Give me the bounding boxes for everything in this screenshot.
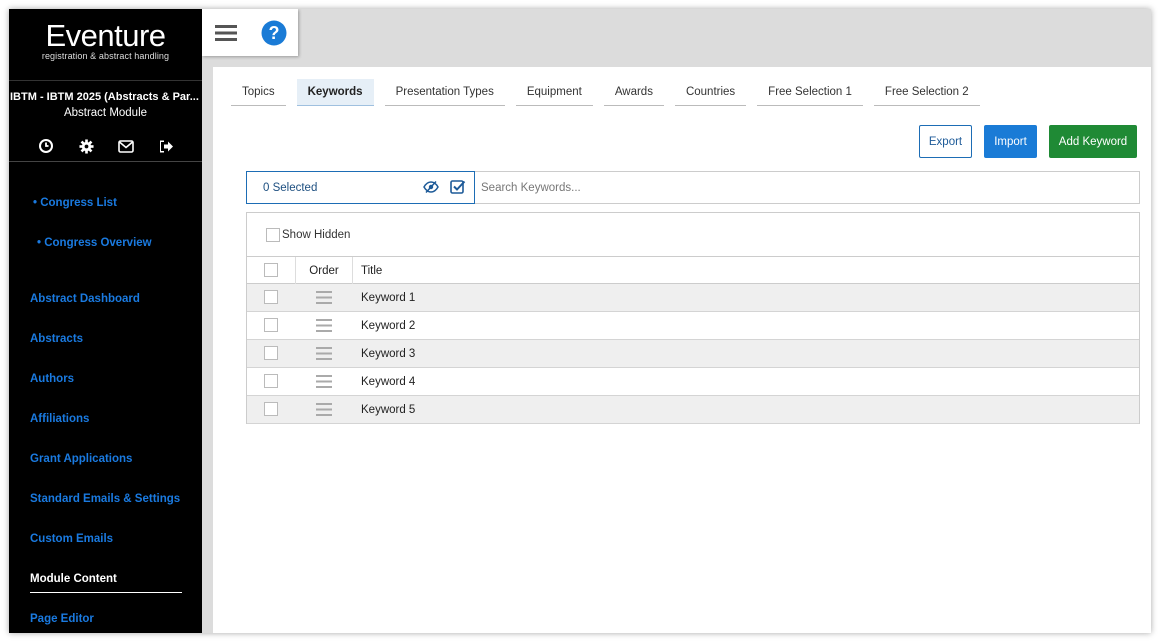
tab-free-selection-2[interactable]: Free Selection 2 — [873, 79, 980, 106]
sidebar-item-grant-applications[interactable]: Grant Applications — [30, 453, 132, 465]
sidebar-icon-bar — [36, 137, 176, 155]
mail-icon[interactable] — [116, 137, 136, 155]
tab-keywords[interactable]: Keywords — [296, 79, 374, 106]
sidebar-item-authors[interactable]: Authors — [30, 373, 74, 385]
clock-icon[interactable] — [36, 137, 56, 155]
show-hidden-label: Show Hidden — [282, 229, 351, 241]
search-input[interactable] — [481, 181, 1139, 194]
table-row[interactable]: Keyword 3 — [247, 340, 1139, 368]
select-all-checkbox[interactable] — [264, 263, 278, 277]
sidebar-item-abstracts[interactable]: Abstracts — [30, 333, 83, 345]
table-row[interactable]: Keyword 4 — [247, 368, 1139, 396]
sidebar-link-congress-list[interactable]: • Congress List — [33, 197, 117, 209]
search-field[interactable] — [475, 171, 1140, 204]
table-row[interactable]: Keyword 1 — [247, 284, 1139, 312]
column-header-order[interactable]: Order — [295, 257, 353, 284]
sidebar: Eventure registration & abstract handlin… — [9, 9, 202, 633]
hamburger-icon — [215, 24, 237, 41]
row-title: Keyword 4 — [361, 375, 416, 388]
table-row[interactable]: Keyword 5 — [247, 396, 1139, 424]
selection-box[interactable]: 0 Selected — [246, 171, 475, 204]
tab-equipment[interactable]: Equipment — [515, 79, 593, 106]
drag-handle-icon[interactable] — [316, 375, 332, 391]
column-header-title[interactable]: Title — [361, 257, 382, 284]
logout-icon[interactable] — [156, 137, 176, 155]
app-window: Eventure registration & abstract handlin… — [9, 9, 1151, 633]
tab-countries[interactable]: Countries — [674, 79, 747, 106]
logo-tagline: registration & abstract handling — [41, 51, 170, 61]
tab-bar: Topics Keywords Presentation Types Equip… — [231, 79, 991, 106]
event-title: IBTM - IBTM 2025 (Abstracts & Par... — [10, 91, 199, 103]
sidebar-divider — [9, 161, 202, 162]
row-checkbox[interactable] — [264, 318, 278, 332]
drag-handle-icon[interactable] — [316, 347, 332, 363]
export-button[interactable]: Export — [919, 125, 972, 158]
gear-icon[interactable] — [76, 137, 96, 155]
help-button[interactable]: ? — [250, 9, 298, 56]
row-checkbox[interactable] — [264, 374, 278, 388]
sidebar-item-affiliations[interactable]: Affiliations — [30, 413, 89, 425]
active-item-underline — [30, 592, 182, 593]
row-title: Keyword 3 — [361, 347, 416, 360]
top-toolbar: ? — [202, 9, 298, 56]
keywords-table: Show Hidden Order Title Keyword 1 Keywor… — [246, 212, 1140, 424]
table-row[interactable]: Keyword 2 — [247, 312, 1139, 340]
tab-presentation-types[interactable]: Presentation Types — [384, 79, 505, 106]
row-checkbox[interactable] — [264, 290, 278, 304]
row-checkbox[interactable] — [264, 402, 278, 416]
drag-handle-icon[interactable] — [316, 403, 332, 419]
tab-awards[interactable]: Awards — [603, 79, 664, 106]
row-title: Keyword 2 — [361, 319, 416, 332]
logo-title: Eventure — [45, 18, 166, 53]
sidebar-link-congress-overview[interactable]: • Congress Overview — [37, 237, 152, 249]
help-icon: ? — [261, 20, 287, 45]
row-checkbox[interactable] — [264, 346, 278, 360]
select-all-checkbox-icon[interactable] — [450, 179, 466, 198]
show-hidden-toggle[interactable]: Show Hidden — [266, 228, 350, 242]
table-header: Order Title — [247, 256, 1139, 284]
import-button[interactable]: Import — [984, 125, 1037, 158]
selected-count: 0 Selected — [263, 181, 318, 194]
sidebar-item-page-editor[interactable]: Page Editor — [30, 613, 94, 625]
menu-button[interactable] — [202, 9, 250, 56]
show-hidden-checkbox[interactable] — [266, 228, 280, 242]
drag-handle-icon[interactable] — [316, 319, 332, 335]
sidebar-item-module-content[interactable]: Module Content — [30, 573, 117, 585]
tab-topics[interactable]: Topics — [231, 79, 286, 106]
logo[interactable]: Eventure registration & abstract handlin… — [9, 9, 202, 81]
event-module: Abstract Module — [63, 107, 148, 119]
sidebar-item-custom-emails[interactable]: Custom Emails — [30, 533, 113, 545]
row-title: Keyword 5 — [361, 403, 416, 416]
sidebar-item-standard-emails[interactable]: Standard Emails & Settings — [30, 493, 180, 505]
add-keyword-button[interactable]: Add Keyword — [1049, 125, 1137, 158]
sidebar-item-abstract-dashboard[interactable]: Abstract Dashboard — [30, 293, 140, 305]
tab-free-selection-1[interactable]: Free Selection 1 — [757, 79, 863, 106]
row-title: Keyword 1 — [361, 291, 416, 304]
svg-text:?: ? — [269, 23, 280, 43]
hide-selected-icon[interactable] — [423, 180, 439, 197]
main-panel: Topics Keywords Presentation Types Equip… — [213, 67, 1151, 633]
drag-handle-icon[interactable] — [316, 291, 332, 307]
